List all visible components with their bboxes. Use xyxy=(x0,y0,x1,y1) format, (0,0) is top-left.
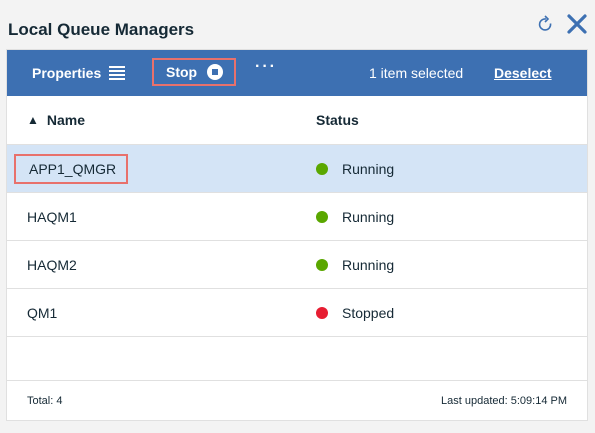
column-header-name[interactable]: ▲ Name xyxy=(27,96,85,144)
toolbar: Properties Stop ··· 1 item selected Dese… xyxy=(7,50,587,96)
status-text: Running xyxy=(342,256,395,273)
close-icon[interactable] xyxy=(566,12,588,36)
page-title: Local Queue Managers xyxy=(8,20,195,39)
running-status-icon xyxy=(316,162,328,175)
table-row[interactable]: HAQM1 Running xyxy=(7,193,587,241)
status-text: Running xyxy=(342,160,395,177)
status-text: Running xyxy=(342,208,395,225)
last-updated: Last updated: 5:09:14 PM xyxy=(441,395,567,407)
queue-manager-name: HAQM2 xyxy=(27,256,77,273)
running-status-icon xyxy=(316,210,328,223)
selected-count: 1 item selected xyxy=(369,65,464,81)
table-header: ▲ Name Status xyxy=(7,96,587,145)
total-count: Total: 4 xyxy=(27,395,63,407)
sort-ascending-icon: ▲ xyxy=(27,113,39,127)
properties-button[interactable]: Properties xyxy=(32,50,126,96)
queue-managers-panel: Properties Stop ··· 1 item selected Dese… xyxy=(7,50,587,420)
table-row[interactable]: HAQM2 Running xyxy=(7,241,587,289)
stop-icon xyxy=(207,64,224,80)
status-cell: Running xyxy=(316,193,394,240)
hamburger-icon xyxy=(109,66,126,80)
table-row[interactable]: QM1 Stopped xyxy=(7,289,587,337)
status-text: Stopped xyxy=(342,304,395,321)
stopped-status-icon xyxy=(316,306,328,319)
stop-button[interactable]: Stop xyxy=(152,58,236,86)
running-status-icon xyxy=(316,258,328,271)
table-row[interactable]: APP1_QMGR Running xyxy=(7,145,587,193)
status-cell: Running xyxy=(316,145,394,192)
table-footer: Total: 4 Last updated: 5:09:14 PM xyxy=(7,380,587,421)
properties-label: Properties xyxy=(32,65,102,81)
stop-label: Stop xyxy=(166,64,198,80)
queue-manager-name: QM1 xyxy=(27,304,58,321)
refresh-icon[interactable] xyxy=(537,14,555,36)
more-actions-button[interactable]: ··· xyxy=(255,44,277,90)
status-cell: Stopped xyxy=(316,289,394,336)
status-cell: Running xyxy=(316,241,394,288)
deselect-link[interactable]: Deselect xyxy=(494,50,552,96)
column-header-status[interactable]: Status xyxy=(316,96,359,144)
queue-manager-name: APP1_QMGR xyxy=(14,154,128,184)
queue-manager-name: HAQM1 xyxy=(27,208,77,225)
column-name-label: Name xyxy=(46,112,86,128)
